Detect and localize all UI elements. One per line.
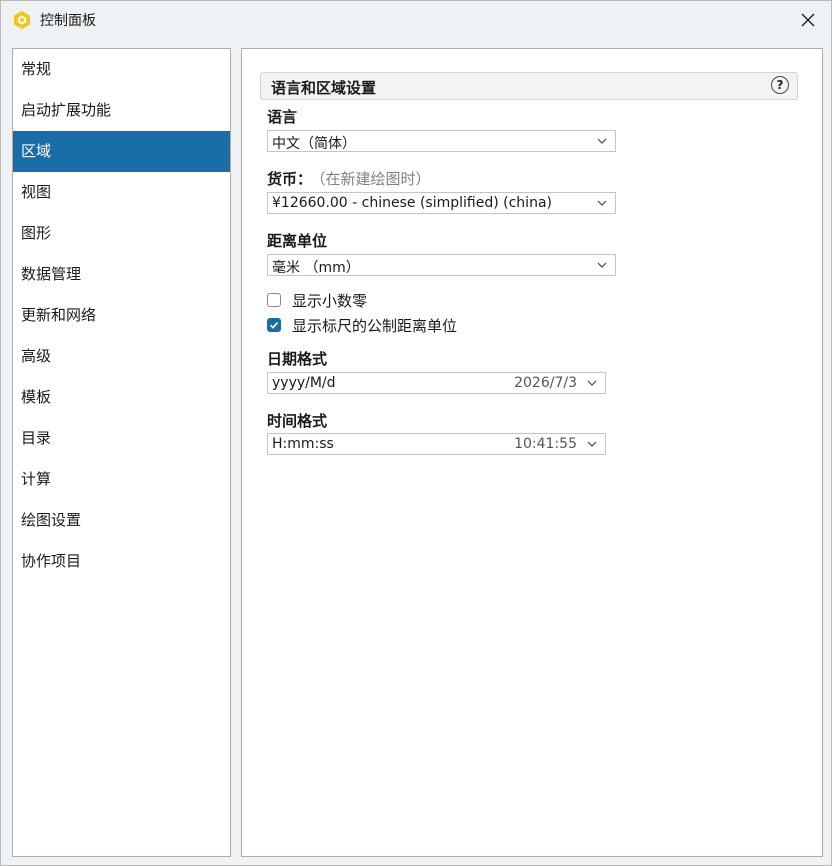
time-format-label: 时间格式 <box>267 412 328 430</box>
distance-unit-label: 距离单位 <box>267 232 328 250</box>
section-title: 语言和区域设置 <box>271 79 377 97</box>
checkbox-checked[interactable] <box>267 318 281 332</box>
show-metric-ruler-checkbox[interactable]: 显示标尺的公制距离单位 <box>267 315 457 335</box>
date-format-label: 日期格式 <box>267 350 328 368</box>
sidebar-item-general[interactable]: 常规 <box>13 49 230 90</box>
currency-label: 货币： （在新建绘图时） <box>267 168 431 189</box>
sidebar-item-calculation[interactable]: 计算 <box>13 459 230 500</box>
sidebar-item-data-management[interactable]: 数据管理 <box>13 254 230 295</box>
sidebar-item-catalog[interactable]: 目录 <box>13 418 230 459</box>
chevron-down-icon <box>587 441 597 447</box>
chevron-down-icon <box>597 262 607 268</box>
date-format-sample: 2026/7/3 <box>514 375 577 391</box>
title-bar: 控制面板 <box>1 1 831 39</box>
currency-note: （在新建绘图时） <box>318 170 431 188</box>
chevron-down-icon <box>597 200 607 206</box>
language-label: 语言 <box>267 108 298 126</box>
category-sidebar: 常规 启动扩展功能 区域 视图 图形 数据管理 更新和网络 高级 模板 目录 计… <box>12 48 231 857</box>
show-metric-ruler-label: 显示标尺的公制距离单位 <box>292 316 458 335</box>
section-header: 语言和区域设置 ? <box>260 72 798 100</box>
settings-panel: 语言和区域设置 ? 语言 中文（简体） 货币： （在新建绘图时） ¥12660.0… <box>241 48 823 857</box>
sidebar-item-update-network[interactable]: 更新和网络 <box>13 295 230 336</box>
date-format-value: yyyy/M/d <box>272 375 336 391</box>
currency-label-text: 货币： <box>267 170 313 188</box>
window-title: 控制面板 <box>40 13 96 29</box>
sidebar-item-region[interactable]: 区域 <box>13 131 230 172</box>
sidebar-item-templates[interactable]: 模板 <box>13 377 230 418</box>
time-format-sample: 10:41:55 <box>514 436 577 452</box>
sidebar-item-drawing-settings[interactable]: 绘图设置 <box>13 500 230 541</box>
distance-unit-select[interactable]: 毫米 （mm） <box>267 254 616 276</box>
sidebar-item-advanced[interactable]: 高级 <box>13 336 230 377</box>
time-format-value: H:mm:ss <box>272 436 334 452</box>
close-button[interactable] <box>785 1 831 39</box>
language-select[interactable]: 中文（简体） <box>267 130 616 152</box>
show-decimal-zero-label: 显示小数零 <box>292 291 368 310</box>
chevron-down-icon <box>597 138 607 144</box>
sidebar-item-collaboration[interactable]: 协作项目 <box>13 541 230 582</box>
check-icon <box>269 322 279 329</box>
date-format-select[interactable]: yyyy/M/d 2026/7/3 <box>267 372 606 394</box>
sidebar-item-startup-extensions[interactable]: 启动扩展功能 <box>13 90 230 131</box>
sidebar-item-view[interactable]: 视图 <box>13 172 230 213</box>
app-hexagon-icon <box>14 11 30 29</box>
currency-value: ¥12660.00 - chinese (simplified) (china) <box>272 195 552 211</box>
control-panel-window: 控制面板 常规 启动扩展功能 区域 视图 图形 数据管理 更新和网络 高级 模板… <box>0 0 832 866</box>
time-format-select[interactable]: H:mm:ss 10:41:55 <box>267 433 606 455</box>
language-value: 中文（简体） <box>272 136 356 152</box>
chevron-down-icon <box>587 380 597 386</box>
currency-select[interactable]: ¥12660.00 - chinese (simplified) (china) <box>267 192 616 214</box>
close-icon <box>801 13 815 27</box>
help-icon[interactable]: ? <box>771 76 789 94</box>
show-decimal-zero-checkbox[interactable]: 显示小数零 <box>267 290 367 310</box>
checkbox-unchecked[interactable] <box>267 293 281 307</box>
distance-unit-value: 毫米 （mm） <box>272 260 360 276</box>
sidebar-item-graphics[interactable]: 图形 <box>13 213 230 254</box>
